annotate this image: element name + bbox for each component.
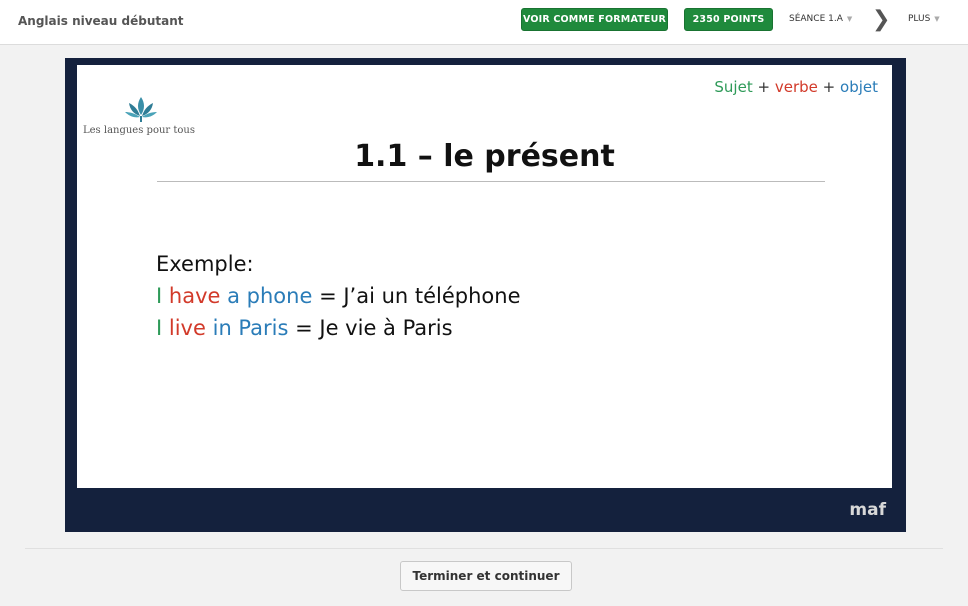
more-dropdown[interactable]: PLUS ▼ [908, 14, 940, 24]
example-2-translation: = Je vie à Paris [295, 316, 453, 340]
caret-down-icon: ▼ [934, 15, 940, 23]
example-sentence-1: I have a phone = J’ai un téléphone [156, 280, 521, 312]
example-2-object: in Paris [212, 316, 289, 340]
slide-title: 1.1 – le présent [354, 139, 615, 174]
example-2-verb: live [168, 316, 206, 340]
top-bar: Anglais niveau débutant VOIR COMME FORMA… [0, 0, 968, 45]
more-label: PLUS [908, 14, 931, 24]
example-1-verb: have [168, 284, 221, 308]
points-button[interactable]: 2350 POINTS [684, 8, 773, 31]
formula: Sujet + verbe + objet [714, 78, 878, 96]
maf-logo: maf [849, 500, 886, 520]
footer-divider [25, 548, 943, 549]
formula-plus: + [757, 78, 771, 96]
title-divider [157, 181, 825, 182]
formula-plus: + [822, 78, 836, 96]
session-dropdown[interactable]: SÉANCE 1.A ▼ [789, 14, 852, 24]
chevron-right-icon[interactable]: ❯ [872, 9, 890, 31]
example-1-translation: = J’ai un téléphone [319, 284, 521, 308]
example-sentence-2: I live in Paris = Je vie à Paris [156, 312, 521, 344]
example-block: Exemple: I have a phone = J’ai un téléph… [156, 248, 521, 344]
slide-viewer: Les langues pour tous Sujet + verbe + ob… [65, 58, 906, 532]
caret-down-icon: ▼ [846, 15, 853, 23]
finish-and-continue-button[interactable]: Terminer et continuer [400, 561, 572, 591]
formula-subject: Sujet [714, 78, 753, 96]
formula-object: objet [840, 78, 878, 96]
view-as-trainer-button[interactable]: VOIR COMME FORMATEUR [521, 8, 668, 31]
example-1-subject: I [156, 284, 163, 308]
formula-verb: verbe [774, 78, 818, 96]
lotus-logo-icon [125, 97, 157, 122]
session-label: SÉANCE 1.A [789, 14, 843, 24]
example-1-object: a phone [227, 284, 313, 308]
course-title: Anglais niveau débutant [18, 14, 184, 28]
example-label: Exemple: [156, 252, 254, 276]
logo-text: Les langues pour tous [83, 125, 195, 136]
example-2-subject: I [156, 316, 163, 340]
slide: Les langues pour tous Sujet + verbe + ob… [77, 65, 892, 488]
